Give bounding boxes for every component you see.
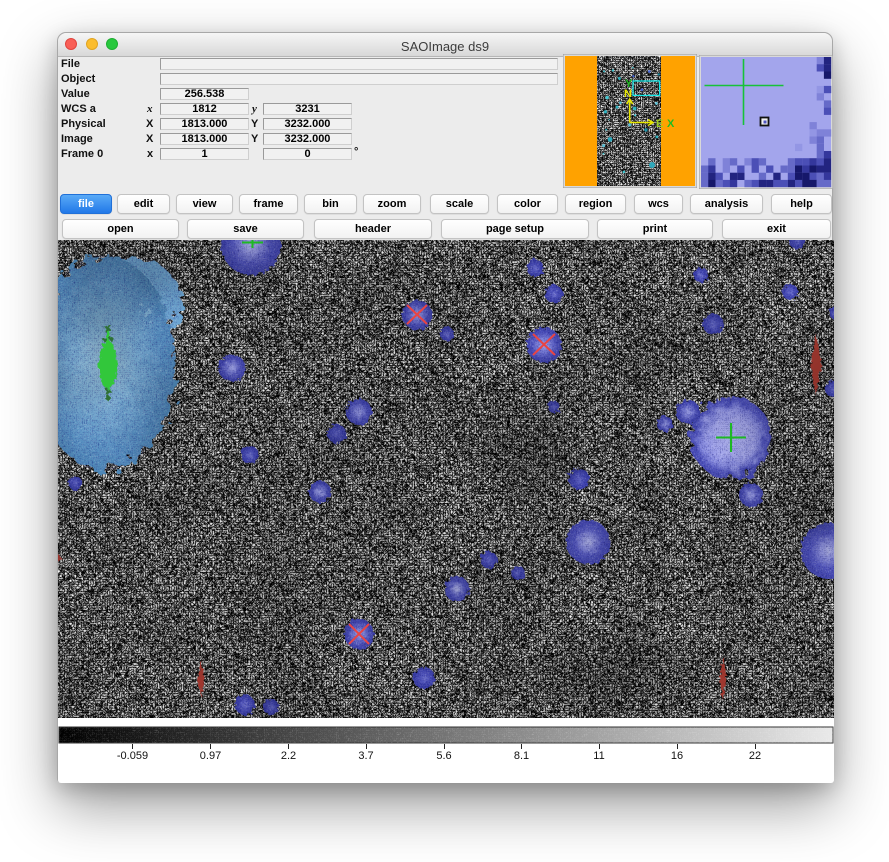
svg-text:E: E <box>656 118 663 130</box>
svg-text:X: X <box>667 118 675 130</box>
svg-text:N: N <box>624 88 632 100</box>
